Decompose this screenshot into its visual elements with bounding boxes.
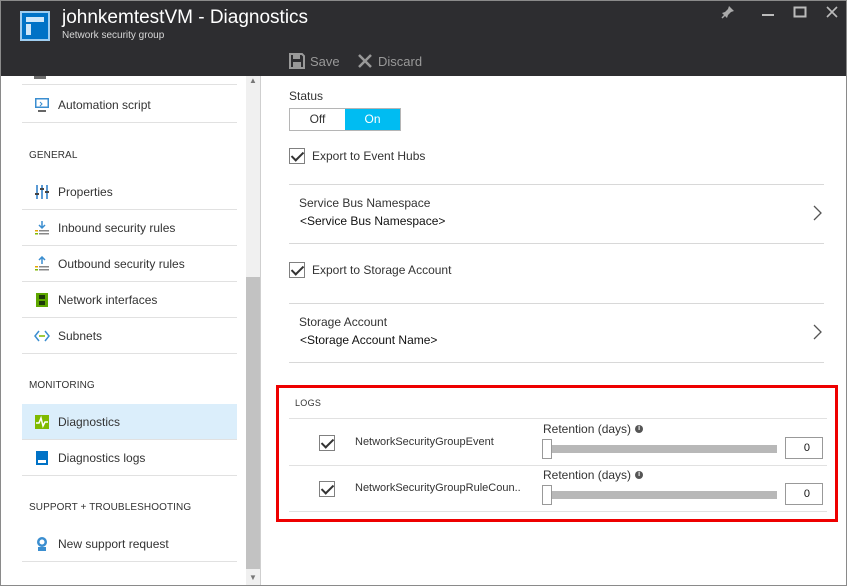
status-on-option[interactable]: On: [345, 109, 400, 130]
sidebar-item-inbound-security-rules[interactable]: Inbound security rules: [22, 210, 237, 246]
blade-subtitle: Network security group: [62, 30, 165, 41]
scroll-up-arrow-icon[interactable]: ▲: [246, 76, 260, 88]
discard-icon: [358, 54, 372, 68]
log-category-name: NetworkSecurityGroupEvent: [355, 436, 494, 448]
retention-slider[interactable]: [545, 445, 777, 453]
sidebar-item-label: Properties: [58, 184, 113, 199]
diagnostics-logs-icon: [36, 450, 48, 465]
retention-label-text: Retention (days): [543, 422, 632, 436]
retention-label: Retention (days) i: [543, 422, 644, 436]
minimize-icon[interactable]: [758, 5, 778, 25]
retention-days-input[interactable]: 0: [785, 483, 823, 505]
storage-account-picker[interactable]: Storage Account <Storage Account Name>: [289, 303, 824, 363]
log-category-name: NetworkSecurityGroupRuleCoun..: [355, 482, 521, 494]
network-security-group-icon: [20, 11, 50, 41]
storage-account-label: Storage Account: [299, 315, 388, 329]
sidebar-item-label: Network interfaces: [58, 292, 158, 307]
monitor-icon: [35, 97, 49, 112]
sidebar-item-outbound-security-rules[interactable]: Outbound security rules: [22, 246, 237, 282]
log-enable-checkbox[interactable]: [319, 435, 335, 451]
diagnostics-settings-pane: Status Off On Export to Event Hubs Servi…: [262, 76, 846, 585]
export-event-hubs-checkbox-row[interactable]: Export to Event Hubs: [289, 148, 425, 164]
service-bus-namespace-value: <Service Bus Namespace>: [300, 214, 446, 228]
inbound-rules-icon: [35, 220, 49, 234]
scroll-down-arrow-icon[interactable]: ▼: [246, 572, 260, 584]
sidebar-item-label: Inbound security rules: [58, 220, 176, 235]
section-heading-support: SUPPORT + TROUBLESHOOTING: [29, 502, 192, 513]
outbound-rules-icon: [35, 255, 49, 270]
export-storage-checkbox-row[interactable]: Export to Storage Account: [289, 262, 451, 278]
section-heading-monitoring: MONITORING: [29, 380, 95, 391]
sidebar-item-diagnostics[interactable]: Diagnostics: [22, 404, 237, 440]
export-event-hubs-checkbox[interactable]: [289, 148, 305, 164]
retention-label-text: Retention (days): [543, 468, 632, 482]
retention-slider-thumb[interactable]: [542, 485, 552, 505]
support-request-icon: [37, 536, 47, 551]
resource-menu: Automation script GENERAL Properties Inb…: [1, 76, 261, 585]
close-icon[interactable]: [822, 5, 842, 25]
status-toggle[interactable]: Off On: [289, 108, 401, 131]
sidebar-item-label: Subnets: [58, 328, 103, 343]
sidebar-item-label: New support request: [58, 536, 169, 551]
sidebar-item-label: Outbound security rules: [58, 256, 185, 271]
retention-days-input[interactable]: 0: [785, 437, 823, 459]
sliders-icon: [35, 184, 49, 199]
sidebar-item-partial[interactable]: [22, 76, 237, 85]
sidebar-item-automation-script[interactable]: Automation script: [22, 87, 237, 123]
sidebar-item-label: Diagnostics: [58, 414, 121, 429]
blade-window: johnkemtestVM - Diagnostics Network secu…: [0, 0, 847, 586]
service-bus-namespace-label: Service Bus Namespace: [299, 196, 431, 210]
blade-header: johnkemtestVM - Diagnostics Network secu…: [1, 1, 846, 76]
sidebar-item-subnets[interactable]: Subnets: [22, 318, 237, 354]
sidebar-item-new-support-request[interactable]: New support request: [22, 526, 237, 562]
maximize-icon[interactable]: [790, 5, 810, 25]
service-bus-namespace-picker[interactable]: Service Bus Namespace <Service Bus Names…: [289, 184, 824, 244]
logs-title: LOGS: [295, 398, 322, 408]
status-off-option[interactable]: Off: [290, 109, 345, 130]
status-label: Status: [289, 89, 324, 103]
pin-icon[interactable]: [718, 5, 738, 25]
diagnostics-icon: [35, 414, 49, 429]
chevron-right-icon: [813, 324, 822, 340]
save-button[interactable]: Save: [289, 50, 340, 72]
divider: [289, 418, 827, 419]
info-icon[interactable]: i: [635, 425, 644, 433]
sidebar-item-properties[interactable]: Properties: [22, 174, 237, 210]
retention-slider[interactable]: [545, 491, 777, 499]
sidebar-item-diagnostics-logs[interactable]: Diagnostics logs: [22, 440, 237, 476]
network-interface-icon: [36, 292, 48, 307]
log-enable-checkbox[interactable]: [319, 481, 335, 497]
sidebar-item-label: Diagnostics logs: [58, 450, 146, 465]
save-label: Save: [310, 53, 340, 69]
log-row: NetworkSecurityGroupEvent Retention (day…: [289, 420, 827, 466]
export-event-hubs-label: Export to Event Hubs: [312, 149, 426, 163]
blade-title: johnkemtestVM - Diagnostics: [62, 7, 309, 28]
sidebar-item-label: Automation script: [58, 97, 151, 112]
log-row: NetworkSecurityGroupRuleCoun.. Retention…: [289, 466, 827, 512]
logs-section: LOGS NetworkSecurityGroupEvent Retention…: [276, 385, 838, 522]
save-icon: [289, 53, 305, 69]
export-storage-label: Export to Storage Account: [312, 263, 452, 277]
export-storage-checkbox[interactable]: [289, 262, 305, 278]
retention-label: Retention (days) i: [543, 468, 644, 482]
chevron-right-icon: [813, 205, 822, 221]
sidebar-scrollbar-thumb[interactable]: [246, 277, 260, 569]
divider: [289, 511, 827, 512]
discard-label: Discard: [378, 53, 423, 69]
sidebar-item-network-interfaces[interactable]: Network interfaces: [22, 282, 237, 318]
storage-account-value: <Storage Account Name>: [300, 333, 438, 347]
subnet-icon: [34, 330, 50, 341]
retention-slider-thumb[interactable]: [542, 439, 552, 459]
discard-button[interactable]: Discard: [357, 50, 422, 72]
section-heading-general: GENERAL: [29, 150, 78, 161]
info-icon[interactable]: i: [635, 471, 644, 479]
